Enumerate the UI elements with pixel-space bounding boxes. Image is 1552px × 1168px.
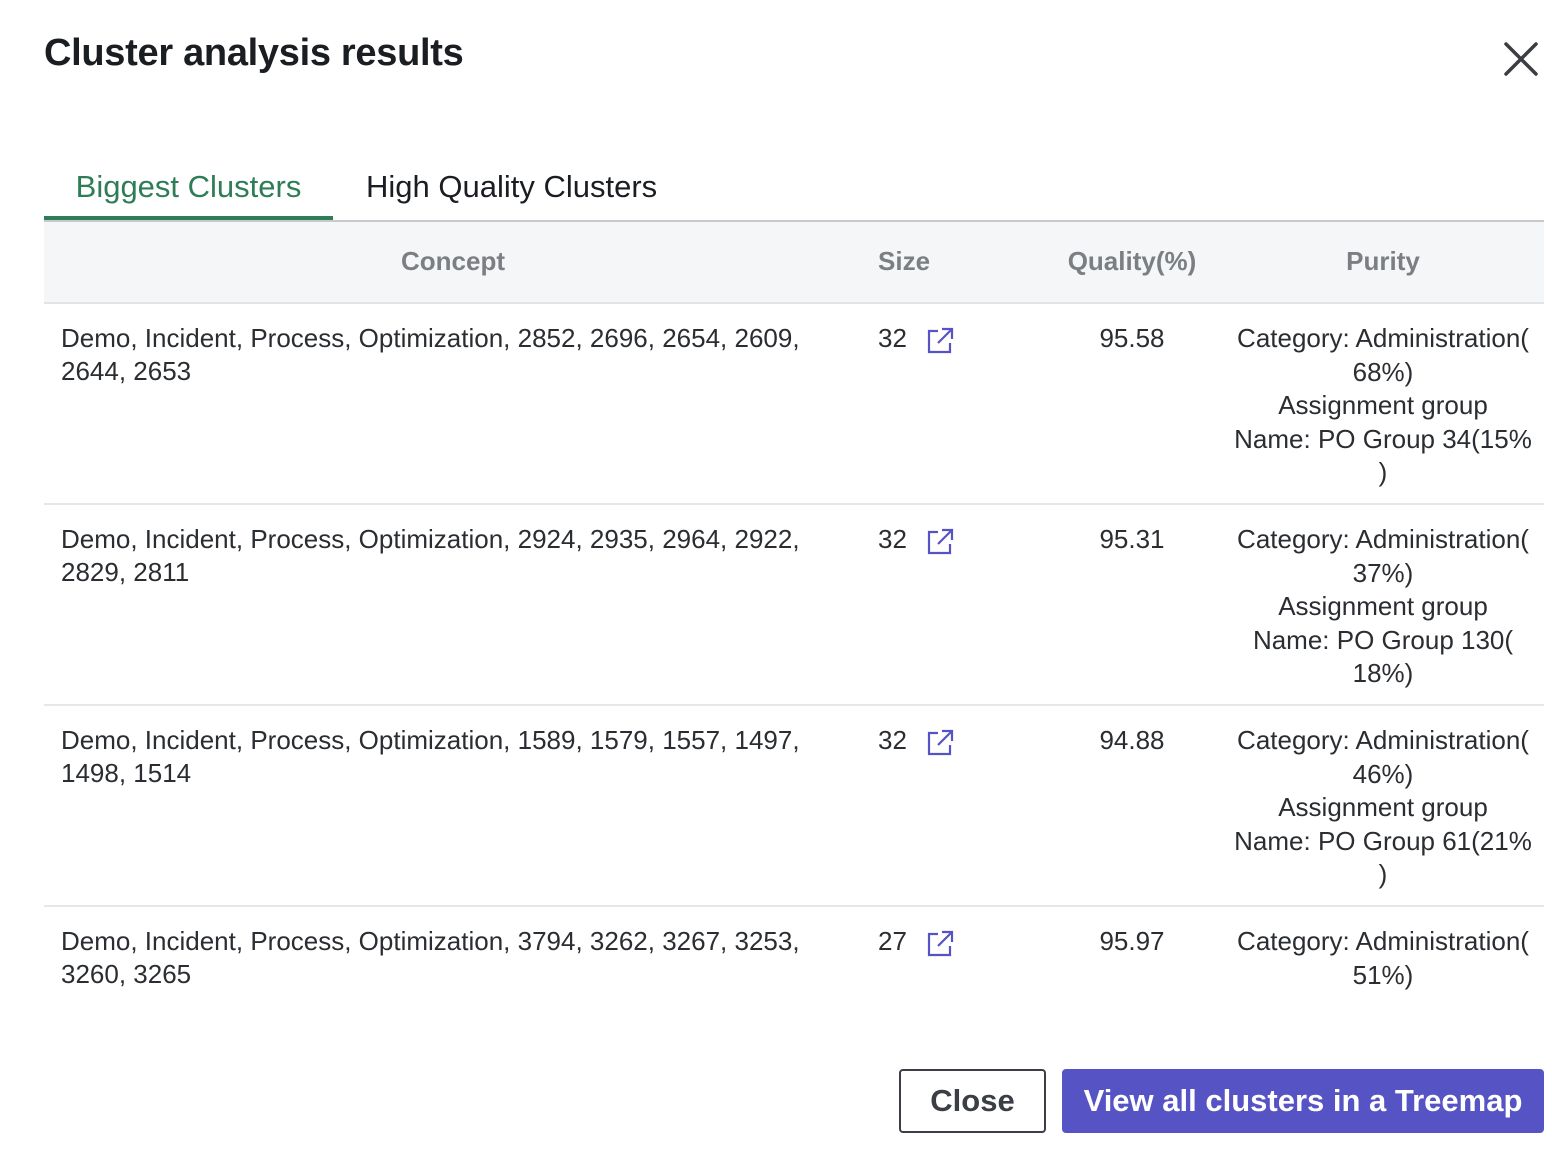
external-link-icon[interactable] [925, 728, 955, 758]
purity-line: 37%) [1352, 557, 1414, 588]
purity-line: Name: PO Group 130( [1252, 624, 1514, 655]
purity-line: Assignment group [1278, 792, 1488, 822]
purity-line: Category: Administration( [1237, 524, 1529, 554]
purity-line: Category: Administration( [1237, 926, 1529, 956]
purity-cell: Category: Administration( 68%) Assignmen… [1234, 322, 1532, 490]
size-value: 32 [878, 323, 907, 353]
purity-line: 18%) [1352, 658, 1414, 688]
purity-line: ) [1378, 457, 1388, 487]
quality-cell: 95.97 [1099, 926, 1165, 956]
dialog-title: Cluster analysis results [44, 32, 464, 74]
size-cell: 32 [878, 322, 988, 355]
concept-cell: Demo, Incident, Process, Optimization, 2… [61, 524, 800, 587]
size-value: 32 [878, 725, 907, 755]
size-cell: 32 [878, 523, 988, 556]
size-value: 32 [878, 524, 907, 554]
purity-line: Name: PO Group 61(21% [1234, 825, 1532, 856]
external-link-icon[interactable] [925, 326, 955, 356]
cluster-analysis-dialog: Cluster analysis results Biggest Cluster… [0, 0, 1552, 1168]
column-header-purity[interactable]: Purity [1234, 222, 1532, 302]
purity-cell: Category: Administration( 37%) Assignmen… [1234, 523, 1532, 691]
concept-cell: Demo, Incident, Process, Optimization, 2… [61, 323, 800, 386]
purity-line: Name: PO Group 34(15% [1234, 423, 1532, 454]
quality-cell: 95.31 [1099, 524, 1165, 554]
purity-line: 46%) [1352, 758, 1414, 789]
external-link-icon[interactable] [925, 527, 955, 557]
clusters-table: Concept Size Quality(%) Purity Demo, Inc… [44, 222, 1544, 1007]
size-cell: 27 [878, 925, 988, 958]
purity-line: Category: Administration( [1237, 323, 1529, 353]
purity-line: Assignment group [1278, 390, 1488, 420]
quality-cell: 95.58 [1099, 323, 1165, 353]
tab-bar: Biggest Clusters High Quality Clusters [44, 160, 1544, 222]
close-icon[interactable] [1498, 38, 1542, 82]
purity-cell: Category: Administration( 51%) [1234, 925, 1532, 992]
close-button[interactable]: Close [899, 1069, 1046, 1133]
table-row: Demo, Incident, Process, Optimization, 3… [44, 907, 1544, 1007]
size-value: 27 [878, 926, 907, 956]
purity-cell: Category: Administration( 46%) Assignmen… [1234, 724, 1532, 892]
external-link-icon[interactable] [925, 929, 955, 959]
purity-line: Assignment group [1278, 591, 1488, 621]
table-row: Demo, Incident, Process, Optimization, 1… [44, 706, 1544, 907]
concept-cell: Demo, Incident, Process, Optimization, 1… [61, 725, 800, 788]
table-header: Concept Size Quality(%) Purity [44, 222, 1544, 304]
view-treemap-button[interactable]: View all clusters in a Treemap [1062, 1069, 1544, 1133]
tab-biggest-clusters[interactable]: Biggest Clusters [44, 160, 333, 220]
quality-cell: 94.88 [1099, 725, 1165, 755]
column-header-size[interactable]: Size [862, 222, 982, 302]
purity-line: 51%) [1352, 959, 1414, 990]
tab-high-quality-clusters[interactable]: High Quality Clusters [366, 160, 657, 220]
concept-cell: Demo, Incident, Process, Optimization, 3… [61, 926, 800, 989]
purity-line: Category: Administration( [1237, 725, 1529, 755]
table-row: Demo, Incident, Process, Optimization, 2… [44, 304, 1544, 505]
column-header-concept[interactable]: Concept [44, 222, 862, 302]
table-row: Demo, Incident, Process, Optimization, 2… [44, 505, 1544, 706]
purity-line: ) [1378, 859, 1388, 889]
column-header-quality[interactable]: Quality(%) [1044, 222, 1220, 302]
purity-line: 68%) [1352, 356, 1414, 387]
size-cell: 32 [878, 724, 988, 757]
